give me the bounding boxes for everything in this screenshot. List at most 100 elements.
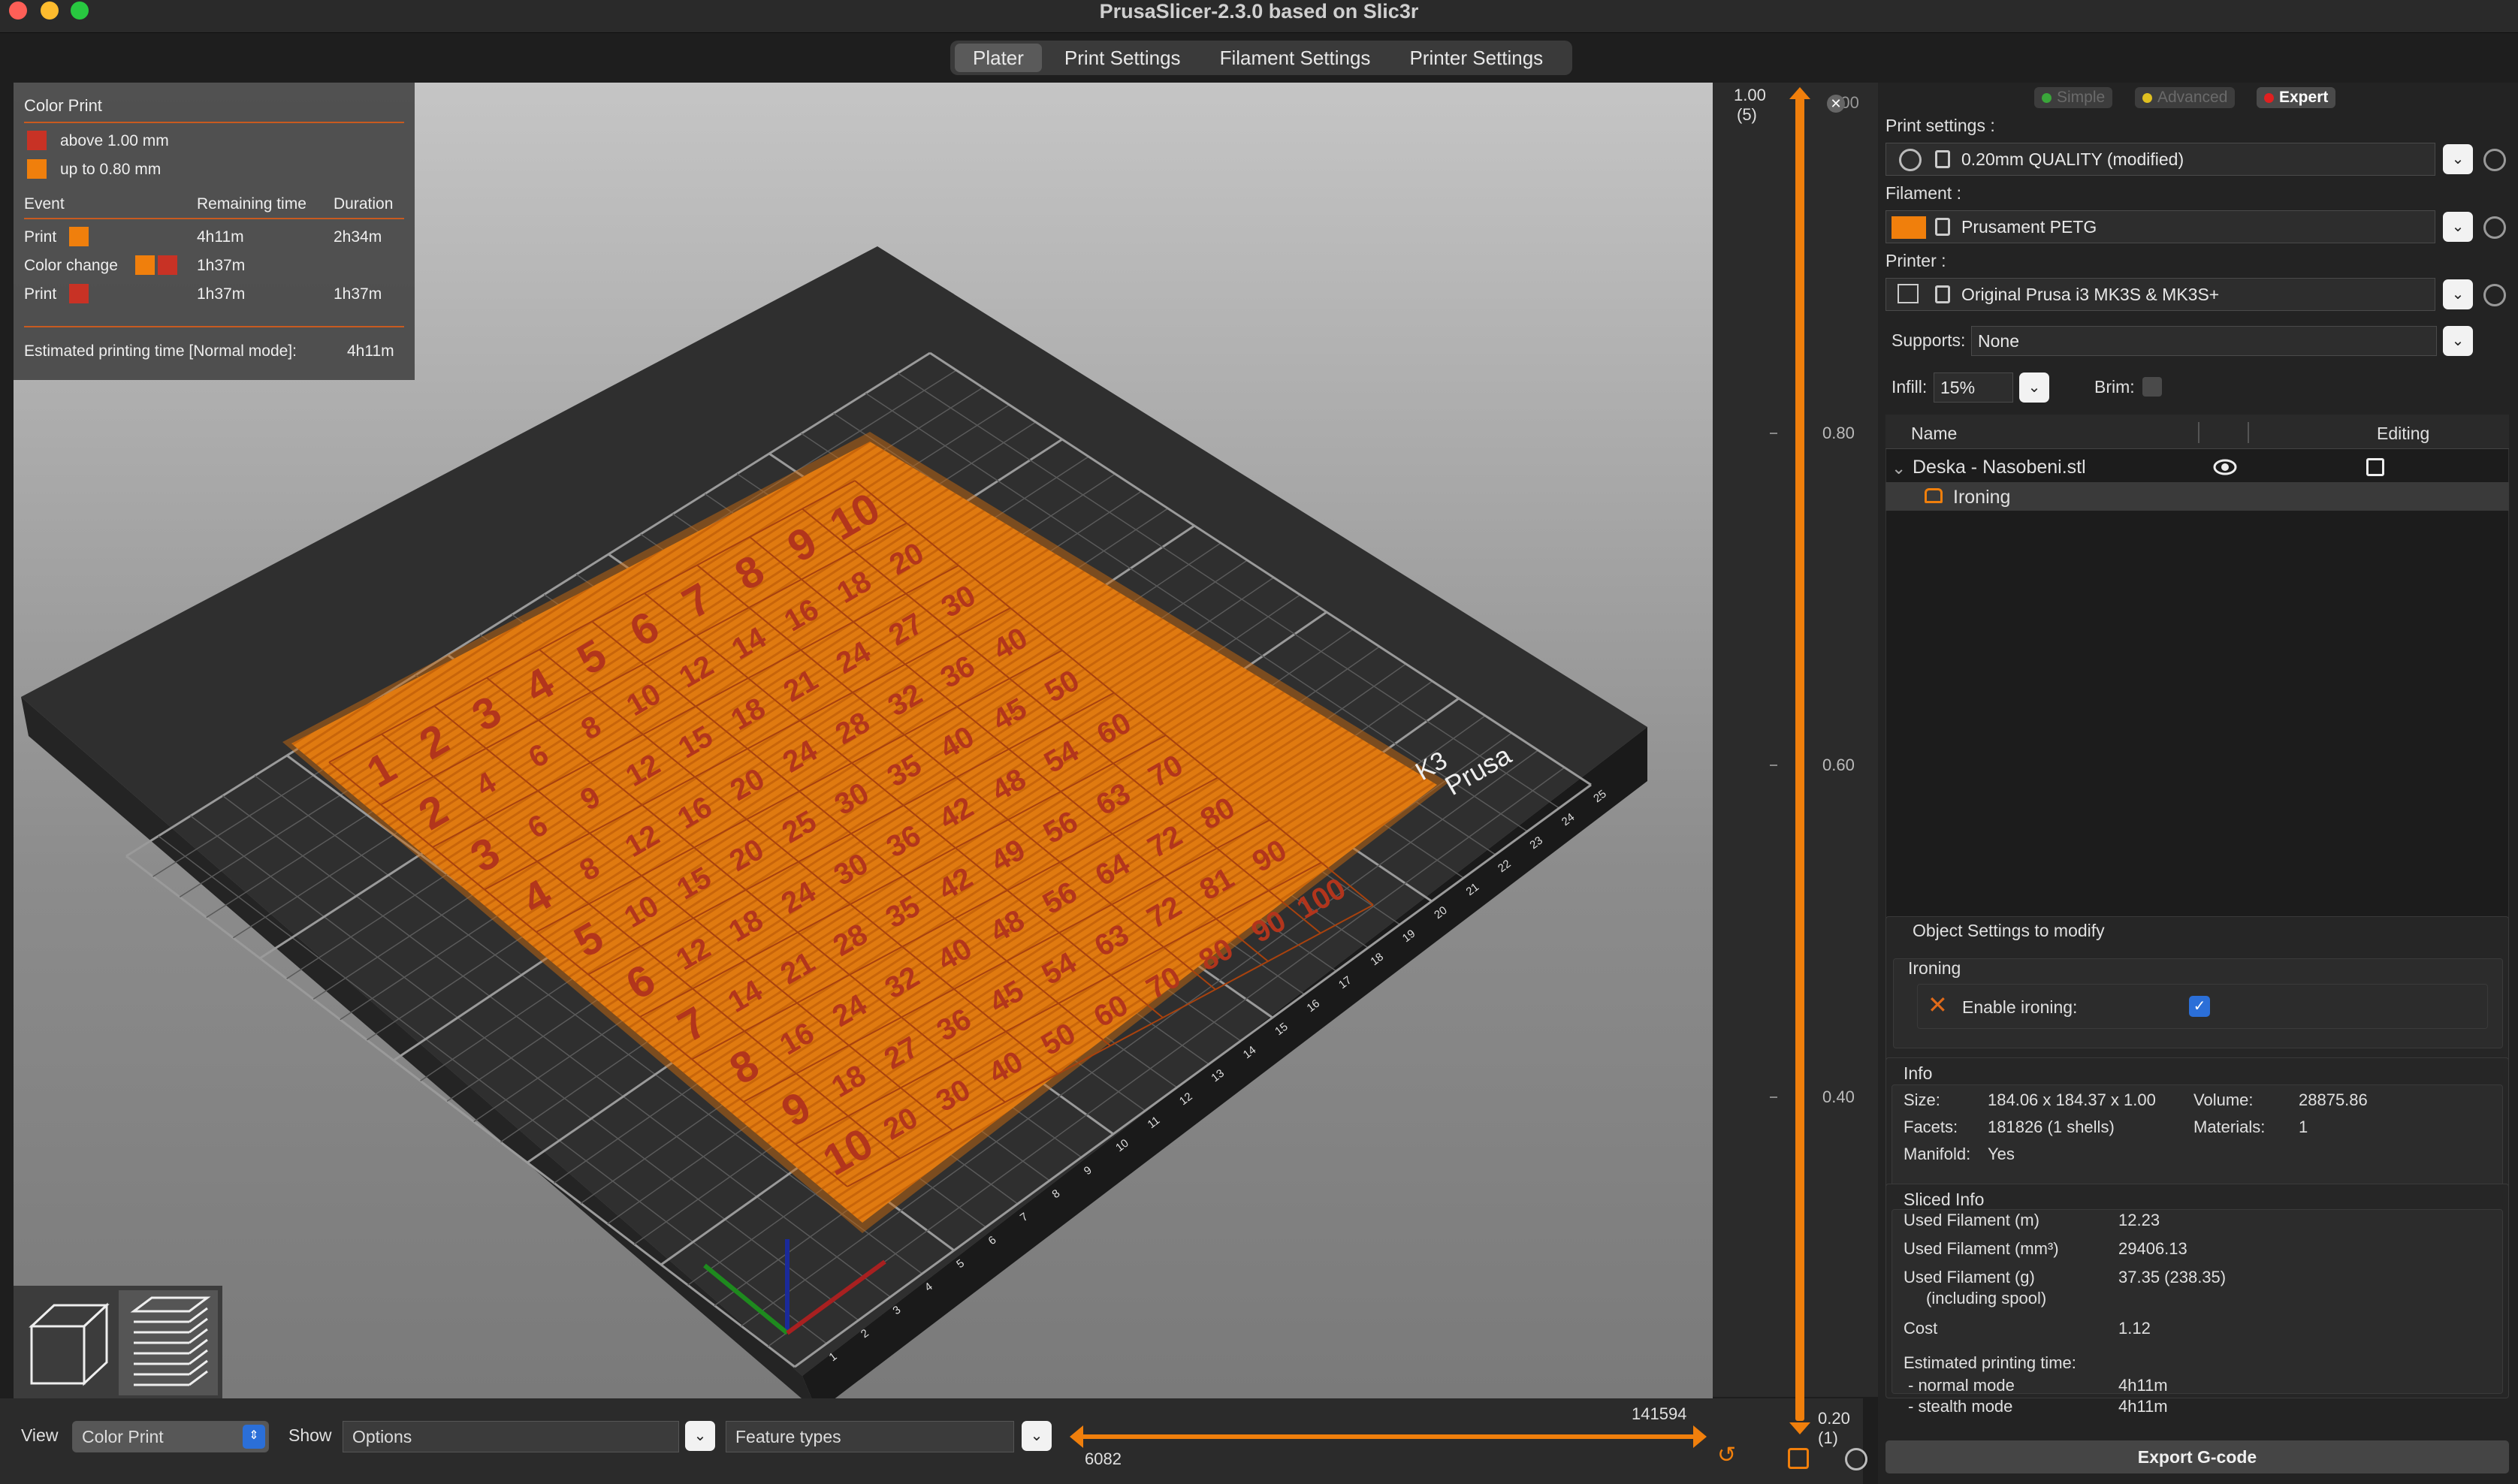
- infill-dropdown[interactable]: ⌄: [2019, 373, 2049, 403]
- legend-divider: [24, 218, 404, 219]
- horizontal-slider-min-thumb[interactable]: [1070, 1425, 1083, 1448]
- sliced-info-label: Used Filament (g): [1904, 1268, 2035, 1286]
- mode-advanced-label: Advanced: [2157, 89, 2228, 106]
- chevron-down-icon: ⌄: [2451, 286, 2465, 303]
- object-settings-title: Object Settings to modify: [1913, 921, 2105, 940]
- chevron-down-icon[interactable]: ⌄: [1892, 458, 1906, 478]
- view-label: View: [21, 1425, 59, 1445]
- mode-expert-button[interactable]: Expert: [2257, 87, 2336, 108]
- tab-print-settings[interactable]: Print Settings: [1048, 44, 1197, 72]
- revert-icon[interactable]: ↺: [1717, 1442, 1736, 1468]
- layer-slider-track[interactable]: [1795, 98, 1804, 1421]
- column-editing: Editing: [2377, 424, 2430, 443]
- info-materials-value: 1: [2299, 1118, 2308, 1136]
- view-type-value: Color Print: [82, 1427, 164, 1446]
- column-divider: [2198, 422, 2199, 443]
- gear-icon[interactable]: [2483, 216, 2506, 239]
- chevron-down-icon: ⌄: [693, 1428, 707, 1444]
- lock-icon: [1935, 218, 1950, 236]
- mode-simple-button[interactable]: Simple: [2034, 87, 2113, 108]
- legend-row-duration: 1h37m: [334, 285, 382, 303]
- sliced-info-value: 4h11m: [2118, 1397, 2168, 1416]
- legend-row-remaining: 1h37m: [197, 257, 246, 274]
- feature-types-field[interactable]: Feature types: [726, 1421, 1014, 1452]
- print-settings-combo[interactable]: 0.20mm QUALITY (modified): [1885, 143, 2435, 176]
- filament-dropdown[interactable]: ⌄: [2443, 212, 2473, 242]
- legend-header-remaining: Remaining time: [197, 195, 306, 213]
- title-bar: PrusaSlicer-2.3.0 based on Slic3r: [0, 0, 2518, 33]
- layer-tick-label: 0.60: [1822, 756, 1855, 774]
- supports-label: Supports:: [1892, 330, 1966, 350]
- lock-icon[interactable]: [1788, 1448, 1809, 1469]
- legend-row-swatch: [135, 255, 155, 275]
- info-size-value: 184.06 x 184.37 x 1.00: [1988, 1090, 2156, 1109]
- object-name[interactable]: Deska - Nasobeni.stl: [1913, 457, 2086, 478]
- supports-select[interactable]: None: [1971, 326, 2437, 356]
- printer-dropdown[interactable]: ⌄: [2443, 279, 2473, 309]
- close-icon[interactable]: ✕: [1827, 95, 1845, 113]
- mode-advanced-button[interactable]: Advanced: [2135, 87, 2236, 108]
- info-facets-value: 181826 (1 shells): [1988, 1118, 2115, 1136]
- layer-top-value: 1.00: [1734, 86, 1766, 104]
- edit-icon[interactable]: [2366, 458, 2384, 476]
- gear-icon[interactable]: [2483, 284, 2506, 306]
- legend-row-duration: 2h34m: [334, 228, 382, 246]
- legend-row-swatch: [69, 227, 89, 246]
- chevron-down-icon: ⌄: [2451, 219, 2465, 235]
- layer-slider: 1.00 (5) 1.00 ✕ 0.80 0.60 0.40 0.20 (1): [1713, 83, 1878, 1470]
- modifier-name[interactable]: Ironing: [1953, 487, 2010, 508]
- preview-bottom-bar: View Color Print ⇕ Show Options ⌄ Featur…: [0, 1398, 1863, 1484]
- gear-icon[interactable]: [1845, 1448, 1867, 1470]
- sliced-info-value: 12.23: [2118, 1211, 2160, 1229]
- export-gcode-button[interactable]: Export G-code: [1885, 1440, 2509, 1473]
- legend-title: Color Print: [24, 96, 102, 115]
- legend-row-event: Print: [24, 228, 57, 246]
- printer-combo[interactable]: Original Prusa i3 MK3S & MK3S+: [1885, 278, 2435, 311]
- feature-types-dropdown-button[interactable]: ⌄: [1022, 1421, 1052, 1451]
- layer-top-index: (5): [1737, 105, 1757, 124]
- enable-ironing-checkbox[interactable]: ✓: [2189, 996, 2210, 1017]
- print-settings-dropdown[interactable]: ⌄: [2443, 144, 2473, 174]
- horizontal-slider-min: 6082: [1085, 1449, 1122, 1468]
- show-label: Show: [288, 1425, 332, 1445]
- sliced-info-value: 29406.13: [2118, 1239, 2187, 1258]
- info-size-label: Size:: [1904, 1090, 1940, 1109]
- lock-icon: [1935, 150, 1950, 168]
- tick-mark: [1770, 765, 1777, 766]
- sidebar: Simple Advanced Expert Print settings : …: [1878, 83, 2518, 1484]
- sliced-info-label: Used Filament (m): [1904, 1211, 2039, 1229]
- options-field[interactable]: Options: [343, 1421, 679, 1452]
- eye-icon[interactable]: [2213, 458, 2237, 476]
- column-name: Name: [1911, 424, 1958, 443]
- chevron-down-icon: ⌄: [1030, 1428, 1043, 1444]
- tick-mark: [1770, 1096, 1777, 1098]
- remove-icon[interactable]: ✕: [1928, 993, 1948, 1017]
- brim-checkbox[interactable]: [2142, 377, 2162, 397]
- legend-estimate-label: Estimated printing time [Normal mode]:: [24, 342, 297, 360]
- mode-dot: [2264, 93, 2274, 103]
- horizontal-slider-max-thumb[interactable]: [1693, 1425, 1707, 1448]
- legend-row-event: Color change: [24, 257, 118, 274]
- tab-filament-settings[interactable]: Filament Settings: [1203, 44, 1387, 72]
- layer-bottom-thumb[interactable]: [1789, 1422, 1810, 1434]
- options-dropdown-button[interactable]: ⌄: [685, 1421, 715, 1451]
- info-volume-label: Volume:: [2193, 1090, 2254, 1109]
- horizontal-slider-track[interactable]: [1076, 1434, 1698, 1439]
- tab-plater[interactable]: Plater: [955, 44, 1042, 72]
- infill-field[interactable]: 15%: [1934, 373, 2013, 403]
- preview-view-button[interactable]: [119, 1290, 218, 1395]
- chevron-down-icon: ⌄: [2451, 151, 2465, 167]
- chevron-down-icon: ⌄: [2451, 333, 2465, 349]
- filament-combo[interactable]: Prusament PETG: [1885, 210, 2435, 243]
- main-tab-bar: Plater Print Settings Filament Settings …: [950, 41, 1572, 75]
- 3d-view-icon[interactable]: [24, 1296, 114, 1389]
- filament-color-swatch: [1892, 216, 1926, 239]
- sliced-info-title: Sliced Info: [1904, 1190, 1985, 1209]
- gear-icon[interactable]: [2483, 149, 2506, 171]
- tab-printer-settings[interactable]: Printer Settings: [1393, 44, 1559, 72]
- view-type-select[interactable]: Color Print ⇕: [72, 1421, 269, 1452]
- supports-dropdown[interactable]: ⌄: [2443, 326, 2473, 356]
- legend-divider: [24, 122, 404, 123]
- column-divider: [2248, 422, 2249, 443]
- ironing-icon: [1925, 488, 1943, 503]
